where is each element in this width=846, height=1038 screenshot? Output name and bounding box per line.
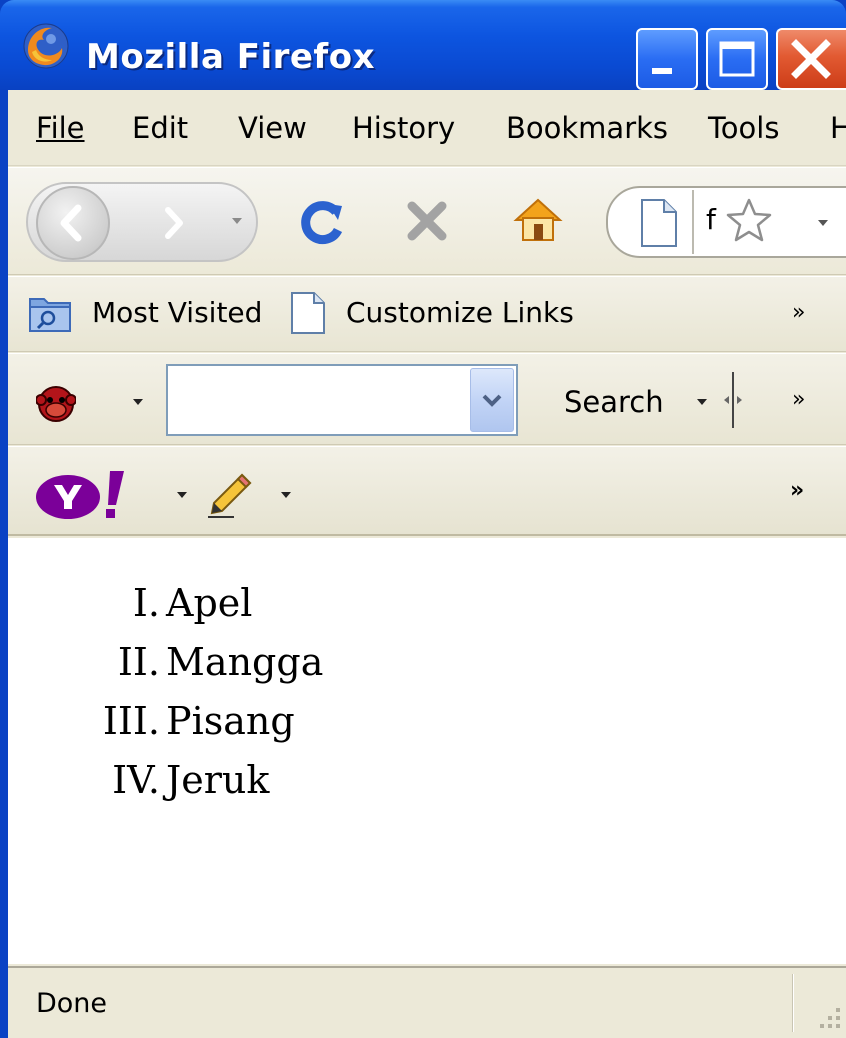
minimize-icon [652, 68, 672, 74]
menu-help[interactable]: H [830, 110, 846, 146]
window-title: Mozilla Firefox [86, 37, 376, 77]
menu-edit[interactable]: Edit [132, 110, 188, 146]
menu-file-label: File [36, 111, 85, 145]
pencil-icon[interactable] [204, 469, 254, 519]
menu-tools[interactable]: Tools [708, 110, 779, 146]
yahoo-toolbar: » [8, 446, 846, 536]
home-icon[interactable] [512, 194, 564, 246]
navigation-toolbar: f [8, 167, 846, 275]
menu-bar: File Edit View History Bookmarks Tools H [8, 90, 846, 166]
pencil-dropdown-icon[interactable] [280, 491, 292, 499]
browser-client-area: File Edit View History Bookmarks Tools H [8, 90, 846, 1038]
search-overflow-chevron[interactable]: » [792, 386, 805, 414]
page-icon [641, 199, 677, 247]
menu-tools-label: Tools [708, 111, 780, 145]
forward-button[interactable] [138, 198, 214, 248]
menu-help-label: H [830, 111, 846, 145]
bookmarks-overflow-chevron[interactable]: » [792, 299, 805, 327]
reload-icon[interactable] [298, 198, 346, 246]
yahoo-dropdown-icon[interactable] [176, 491, 188, 499]
search-button[interactable]: Search [564, 384, 664, 420]
back-button[interactable] [36, 186, 110, 260]
yahoo-logo-icon[interactable] [34, 467, 134, 523]
status-text: Done [36, 988, 108, 1019]
url-divider [692, 190, 694, 254]
menu-history[interactable]: History [352, 110, 455, 146]
title-bar[interactable]: Mozilla Firefox [0, 0, 846, 90]
maximize-button[interactable] [706, 28, 768, 90]
url-text[interactable]: f [706, 202, 718, 238]
monkey-dropdown-icon[interactable] [132, 398, 144, 406]
monkey-icon[interactable] [36, 384, 76, 422]
list-item-text: Apel [166, 581, 253, 625]
stop-icon[interactable] [404, 198, 450, 244]
history-dropdown-icon[interactable] [230, 216, 244, 226]
list-item-number: II. [117, 640, 160, 684]
customize-links-label: Customize Links [346, 296, 574, 329]
page-content: I. Apel II. Mangga III. Pisang IV. Jeruk [8, 538, 846, 964]
list-item-text: Pisang [166, 699, 295, 743]
search-dropdown-icon[interactable] [696, 398, 708, 406]
menu-bookmarks[interactable]: Bookmarks [506, 110, 668, 146]
status-bar: Done [8, 966, 846, 1038]
minimize-button[interactable] [636, 28, 698, 90]
bookmark-star-icon[interactable] [724, 196, 774, 246]
close-button[interactable] [776, 28, 846, 90]
status-divider [792, 974, 794, 1032]
menu-file[interactable]: File [36, 110, 85, 146]
menu-view[interactable]: View [238, 110, 307, 146]
search-toolbar: Search » [8, 353, 846, 445]
close-icon [791, 39, 831, 79]
menu-history-label: History [352, 111, 456, 145]
search-input[interactable] [166, 364, 518, 436]
menu-view-label: View [238, 111, 307, 145]
search-dropdown-button[interactable] [470, 368, 514, 432]
page-icon [291, 292, 325, 334]
list-item-text: Jeruk [166, 758, 270, 802]
most-visited-label: Most Visited [92, 296, 263, 329]
smart-folder-icon [29, 298, 71, 332]
menu-bookmarks-label: Bookmarks [506, 111, 669, 145]
back-arrow-icon [60, 204, 82, 242]
menu-edit-label: Edit [132, 111, 189, 145]
chevron-down-icon [482, 394, 502, 407]
list-item-number: I. [132, 581, 160, 625]
browser-window: Mozilla Firefox File Edit View History B… [0, 0, 846, 1038]
maximize-icon [719, 41, 755, 77]
list-item-number: III. [102, 699, 160, 743]
list-item-text: Mangga [166, 640, 324, 684]
url-dropdown-icon[interactable] [816, 218, 830, 228]
resize-grip-icon[interactable] [814, 994, 844, 1034]
list-item-number: IV. [112, 758, 160, 802]
bookmarks-toolbar: Most Visited Customize Links » [8, 276, 846, 352]
firefox-logo-icon [23, 23, 69, 69]
toolbar-resize-grip[interactable] [722, 372, 744, 428]
yahoo-overflow-chevron[interactable]: » [790, 477, 804, 505]
